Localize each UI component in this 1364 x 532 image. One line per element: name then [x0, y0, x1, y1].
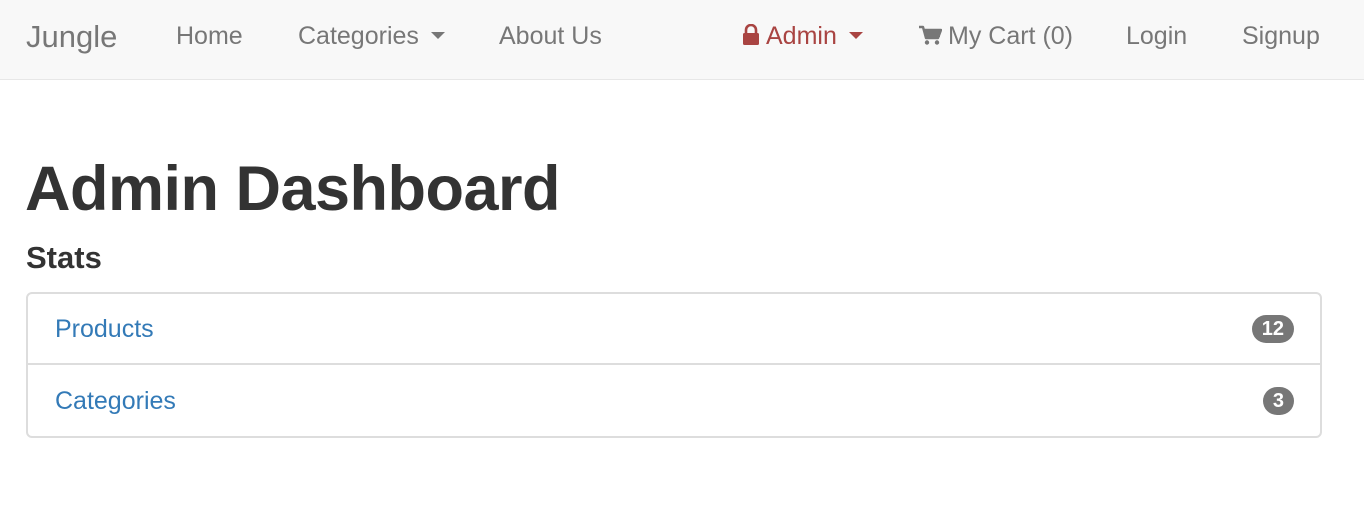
top-navbar: Jungle Home Categories About Us Admin My…: [0, 0, 1364, 80]
stats-list: Products 12 Categories 3: [26, 292, 1322, 438]
nav-admin-dropdown[interactable]: Admin: [742, 0, 863, 72]
nav-home-link[interactable]: Home: [176, 0, 243, 72]
caret-down-icon: [430, 32, 445, 40]
categories-count-badge: 3: [1262, 387, 1294, 415]
lock-icon: [743, 24, 759, 46]
page-title: Admin Dashboard: [25, 154, 561, 224]
brand-link[interactable]: Jungle: [26, 0, 117, 74]
nav-cart-link[interactable]: My Cart (0): [918, 0, 1073, 72]
nav-admin-label: Admin: [766, 22, 837, 50]
nav-cart-label: My Cart (0): [948, 22, 1073, 50]
nav-signup-link[interactable]: Signup: [1242, 0, 1320, 72]
nav-categories-dropdown[interactable]: Categories: [298, 0, 445, 72]
shopping-cart-icon: [919, 25, 942, 45]
section-heading: Stats: [26, 240, 102, 275]
products-count-badge: 12: [1251, 315, 1294, 343]
list-item: Categories 3: [28, 366, 1320, 437]
nav-categories-label: Categories: [298, 22, 419, 50]
list-item: Products 12: [28, 294, 1320, 365]
caret-down-icon: [848, 32, 863, 40]
nav-login-link[interactable]: Login: [1126, 0, 1187, 72]
categories-link[interactable]: Categories: [55, 366, 176, 437]
nav-about-link[interactable]: About Us: [499, 0, 602, 72]
products-link[interactable]: Products: [55, 294, 154, 365]
